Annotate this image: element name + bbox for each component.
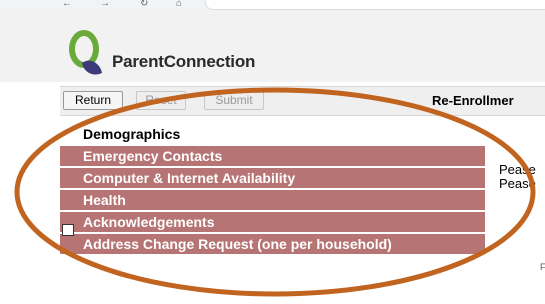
header: ParentConnection bbox=[0, 12, 545, 82]
footer-mark: F bbox=[540, 262, 545, 272]
return-button[interactable]: Return bbox=[63, 91, 123, 110]
reset-button[interactable]: Reset bbox=[136, 91, 186, 110]
menu-item-acknowledgements[interactable]: Acknowledgements bbox=[60, 212, 485, 232]
q-leaf-logo-icon bbox=[69, 30, 102, 75]
back-icon[interactable]: ← bbox=[62, 0, 72, 9]
menu-item-health[interactable]: Health bbox=[60, 190, 485, 210]
menu-item-address-change[interactable]: Address Change Request (one per househol… bbox=[60, 234, 485, 254]
menu-item-demographics[interactable]: Demographics bbox=[60, 124, 485, 144]
acknowledgements-checkbox[interactable] bbox=[62, 224, 74, 236]
action-toolbar: Return Reset Submit Re-Enrollmer bbox=[60, 86, 545, 116]
menu-item-emergency-contacts[interactable]: Emergency Contacts bbox=[60, 146, 485, 166]
address-bar[interactable] bbox=[205, 0, 545, 10]
app-logo-text: ParentConnection bbox=[112, 52, 256, 71]
home-icon[interactable]: ⌂ bbox=[176, 0, 182, 9]
forward-icon[interactable]: → bbox=[100, 0, 110, 9]
page-title: Re-Enrollmer bbox=[432, 93, 514, 108]
reload-icon[interactable]: ↻ bbox=[140, 0, 148, 9]
section-menu: Demographics Emergency Contacts Computer… bbox=[60, 124, 485, 256]
body-text-line: Pease bbox=[499, 176, 536, 191]
menu-item-computer-internet[interactable]: Computer & Internet Availability bbox=[60, 168, 485, 188]
submit-button[interactable]: Submit bbox=[204, 91, 264, 110]
body-text-line: Pease bbox=[499, 162, 536, 177]
